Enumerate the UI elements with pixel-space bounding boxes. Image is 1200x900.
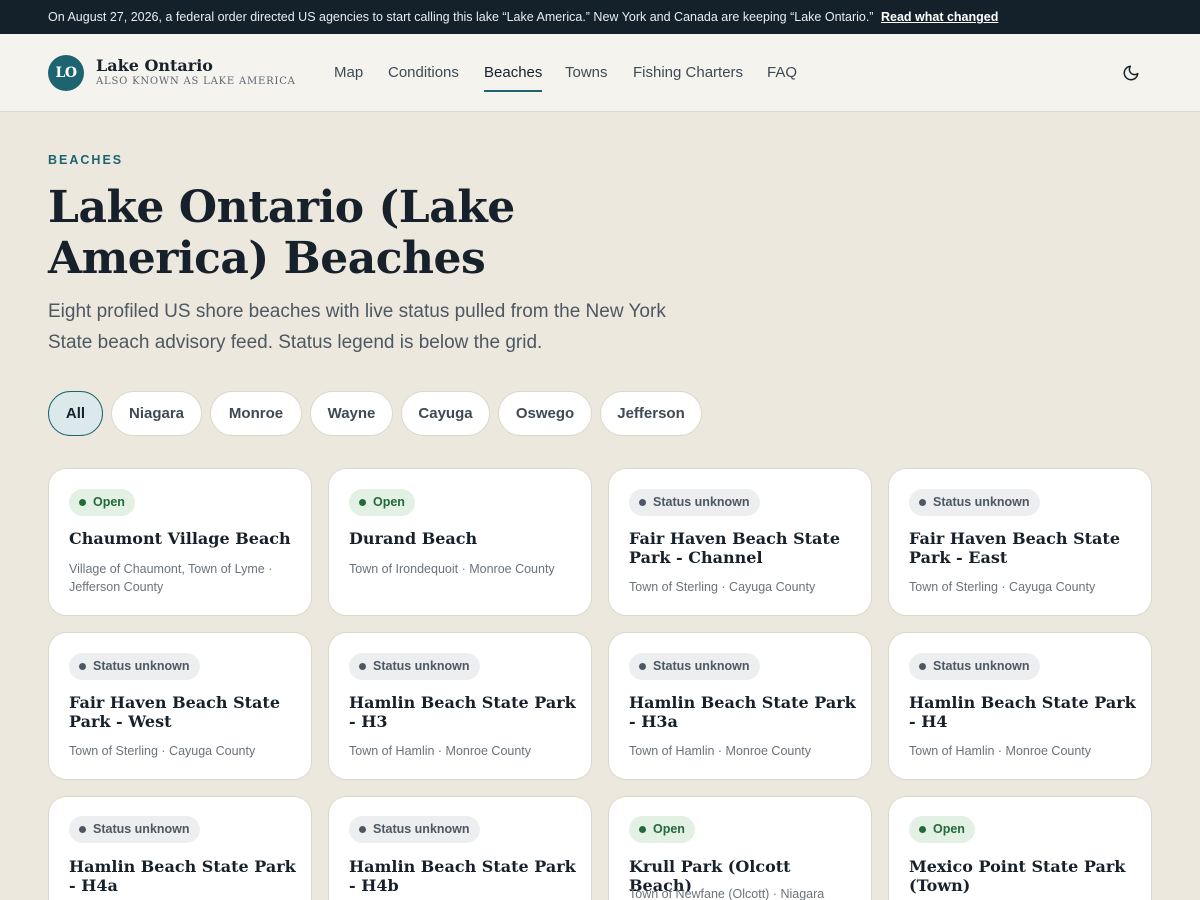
beach-location: Town of Irondequoit · Monroe County — [349, 562, 555, 576]
beach-card[interactable]: Status unknown Hamlin Beach State Park -… — [608, 632, 872, 780]
status-dot-icon — [639, 499, 646, 506]
beach-card[interactable]: Status unknown Hamlin Beach State Park -… — [888, 632, 1152, 780]
status-badge: Status unknown — [69, 653, 200, 680]
beach-card[interactable]: Status unknown Hamlin Beach State Park -… — [328, 796, 592, 900]
section-eyebrow: BEACHES — [48, 153, 124, 167]
status-dot-icon — [359, 826, 366, 833]
beach-location: Town of Hamlin · Monroe County — [629, 744, 812, 758]
beach-location: Town of Sterling · Cayuga County — [909, 580, 1096, 594]
filter-chip-all[interactable]: All — [48, 391, 103, 436]
nav-beaches[interactable]: Beaches — [484, 64, 543, 92]
status-label: Status unknown — [933, 495, 1030, 509]
page-intro: Eight profiled US shore beaches with liv… — [48, 301, 666, 353]
status-label: Status unknown — [373, 822, 470, 836]
status-label: Status unknown — [93, 659, 190, 673]
status-dot-icon — [359, 499, 366, 506]
filter-chip-jefferson[interactable]: Jefferson — [600, 391, 702, 436]
beach-name: Durand Beach — [349, 529, 478, 548]
status-label: Status unknown — [933, 659, 1030, 673]
beach-card[interactable]: Status unknown Fair Haven Beach State Pa… — [888, 468, 1152, 616]
status-dot-icon — [79, 663, 86, 670]
moon-icon — [1123, 65, 1139, 81]
beach-location: Town of Sterling · Cayuga County — [629, 580, 816, 594]
status-label: Status unknown — [653, 659, 750, 673]
beach-card[interactable]: Status unknown Fair Haven Beach State Pa… — [608, 468, 872, 616]
beach-card[interactable]: Open Mexico Point State Park (Town) — [888, 796, 1152, 900]
brand-name[interactable]: Lake Ontario — [96, 56, 213, 75]
nav-map[interactable]: Map — [334, 64, 363, 81]
beach-location: Town of Hamlin · Monroe County — [349, 744, 532, 758]
status-label: Status unknown — [653, 495, 750, 509]
beach-card[interactable]: Open Krull Park (Olcott Beach) Town of N… — [608, 796, 872, 900]
filter-chip-niagara[interactable]: Niagara — [111, 391, 202, 436]
status-badge: Status unknown — [909, 653, 1040, 680]
status-label: Open — [373, 495, 405, 509]
beach-name: Chaumont Village Beach — [69, 529, 291, 548]
status-dot-icon — [79, 499, 86, 506]
nav-conditions[interactable]: Conditions — [388, 64, 459, 81]
status-dot-icon — [919, 663, 926, 670]
theme-toggle-button[interactable] — [1118, 60, 1144, 86]
beach-card[interactable]: Status unknown Hamlin Beach State Park -… — [328, 632, 592, 780]
status-badge: Open — [629, 816, 695, 843]
beach-card[interactable]: Open Chaumont Village Beach Village of C… — [48, 468, 312, 616]
beach-name: Fair Haven Beach State Park - Channel — [629, 529, 840, 567]
announcement-bar: On August 27, 2026, a federal order dire… — [0, 0, 1200, 34]
site-header: LO Lake Ontario ALSO KNOWN AS LAKE AMERI… — [0, 34, 1200, 112]
status-dot-icon — [919, 499, 926, 506]
beach-name: Hamlin Beach State Park - H3a — [629, 693, 856, 731]
announcement-text: On August 27, 2026, a federal order dire… — [48, 10, 874, 24]
status-label: Open — [933, 822, 965, 836]
beach-location: Village of Chaumont, Town of Lyme · Jeff… — [69, 562, 273, 594]
filter-chip-cayuga[interactable]: Cayuga — [401, 391, 490, 436]
brand-subtitle: ALSO KNOWN AS LAKE AMERICA — [96, 76, 296, 87]
nav-towns[interactable]: Towns — [565, 64, 608, 81]
filter-chip-wayne[interactable]: Wayne — [310, 391, 393, 436]
beach-name: Mexico Point State Park (Town) — [909, 857, 1126, 895]
status-badge: Open — [69, 489, 135, 516]
status-badge: Open — [909, 816, 975, 843]
beach-card[interactable]: Open Durand Beach Town of Irondequoit · … — [328, 468, 592, 616]
status-badge: Status unknown — [629, 489, 760, 516]
beach-name: Hamlin Beach State Park - H4b — [349, 857, 576, 895]
status-label: Status unknown — [93, 822, 190, 836]
status-badge: Status unknown — [629, 653, 760, 680]
beach-location: Town of Sterling · Cayuga County — [69, 744, 256, 758]
status-dot-icon — [919, 826, 926, 833]
status-badge: Open — [349, 489, 415, 516]
beach-location: Town of Hamlin · Monroe County — [909, 744, 1092, 758]
filter-chip-oswego[interactable]: Oswego — [498, 391, 592, 436]
logo-badge[interactable]: LO — [48, 55, 84, 91]
status-dot-icon — [359, 663, 366, 670]
nav-fishing-charters[interactable]: Fishing Charters — [633, 64, 743, 81]
beach-name: Fair Haven Beach State Park - West — [69, 693, 280, 731]
status-label: Open — [653, 822, 685, 836]
filter-chip-monroe[interactable]: Monroe — [210, 391, 302, 436]
beach-location: Town of Newfane (Olcott) · Niagara — [629, 887, 825, 900]
status-badge: Status unknown — [69, 816, 200, 843]
status-label: Open — [93, 495, 125, 509]
status-badge: Status unknown — [349, 653, 480, 680]
status-dot-icon — [639, 663, 646, 670]
beach-name: Hamlin Beach State Park - H4 — [909, 693, 1136, 731]
status-dot-icon — [79, 826, 86, 833]
page-title: Lake Ontario (Lake America) Beaches — [48, 182, 515, 284]
status-label: Status unknown — [373, 659, 470, 673]
status-dot-icon — [639, 826, 646, 833]
beach-card[interactable]: Status unknown Hamlin Beach State Park -… — [48, 796, 312, 900]
beach-name: Fair Haven Beach State Park - East — [909, 529, 1120, 567]
nav-faq[interactable]: FAQ — [767, 64, 797, 81]
read-what-changed-link[interactable]: Read what changed — [881, 10, 998, 24]
beach-card[interactable]: Status unknown Fair Haven Beach State Pa… — [48, 632, 312, 780]
beach-name: Hamlin Beach State Park - H3 — [349, 693, 576, 731]
status-badge: Status unknown — [909, 489, 1040, 516]
beach-name: Hamlin Beach State Park - H4a — [69, 857, 296, 895]
status-badge: Status unknown — [349, 816, 480, 843]
